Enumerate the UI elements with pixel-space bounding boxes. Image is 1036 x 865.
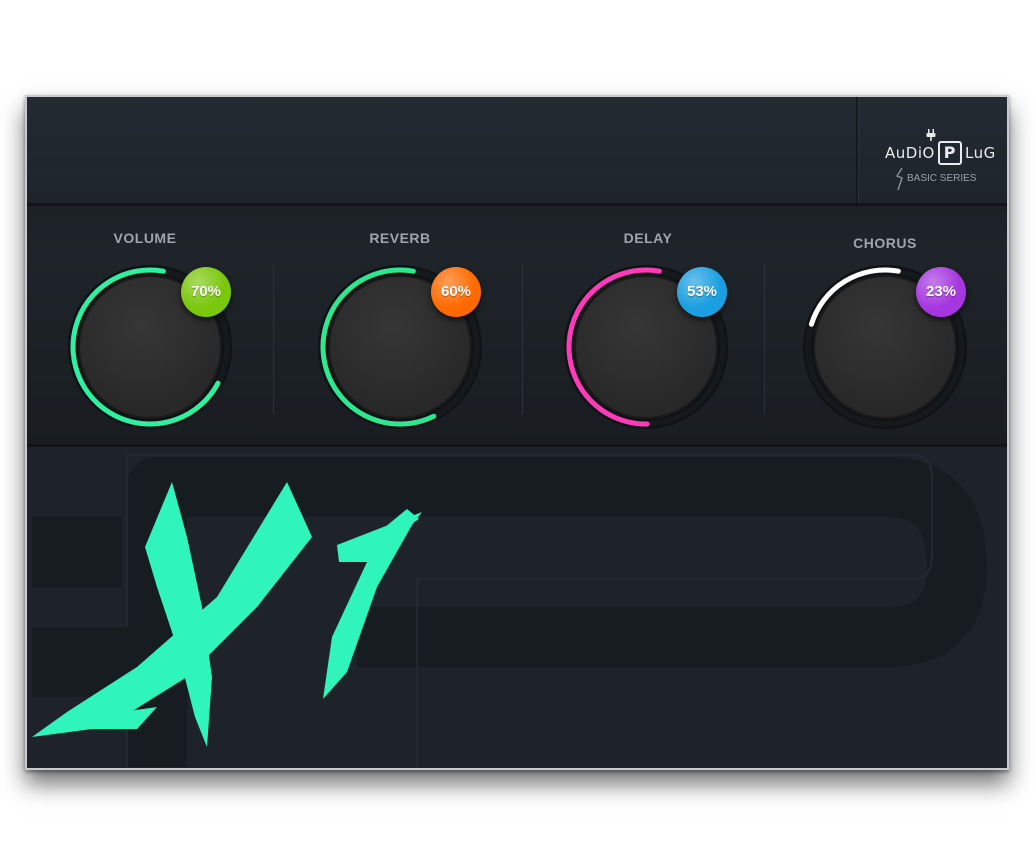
chorus-value-badge: 23% [916, 267, 966, 317]
volume-value-badge: 70% [181, 267, 231, 317]
controls-panel: VOLUME REVERB DELAY CHORUS 70% 60% 53% 2… [27, 203, 1007, 447]
logo-panel [27, 447, 1007, 768]
bolt-icon [895, 167, 903, 191]
brand-wordmark: AuDiO P LuG [885, 141, 996, 165]
plugin-window: AuDiO P LuG BASIC SERIES VOLUME REVERB DEL… [25, 95, 1009, 770]
brand-name-part1: AuDiO [885, 144, 935, 162]
reverb-value-badge: 60% [431, 267, 481, 317]
brand-name-p: P [937, 141, 963, 165]
column-separator [273, 264, 274, 414]
volume-label: VOLUME [113, 230, 177, 246]
column-separator [764, 264, 765, 414]
header-divider [856, 97, 859, 203]
header-panel: AuDiO P LuG BASIC SERIES [27, 97, 1007, 203]
brand-series: BASIC SERIES [907, 173, 977, 184]
reverb-label: REVERB [369, 230, 431, 246]
brand-name-part2: LuG [965, 144, 996, 162]
x7-product-logo [32, 482, 422, 747]
audioplug-logo: AuDiO P LuG BASIC SERIES [865, 127, 995, 195]
column-separator [522, 264, 523, 414]
plug-icon [926, 129, 936, 141]
chorus-label: CHORUS [853, 235, 917, 251]
delay-label: DELAY [623, 230, 673, 246]
delay-value-badge: 53% [677, 267, 727, 317]
